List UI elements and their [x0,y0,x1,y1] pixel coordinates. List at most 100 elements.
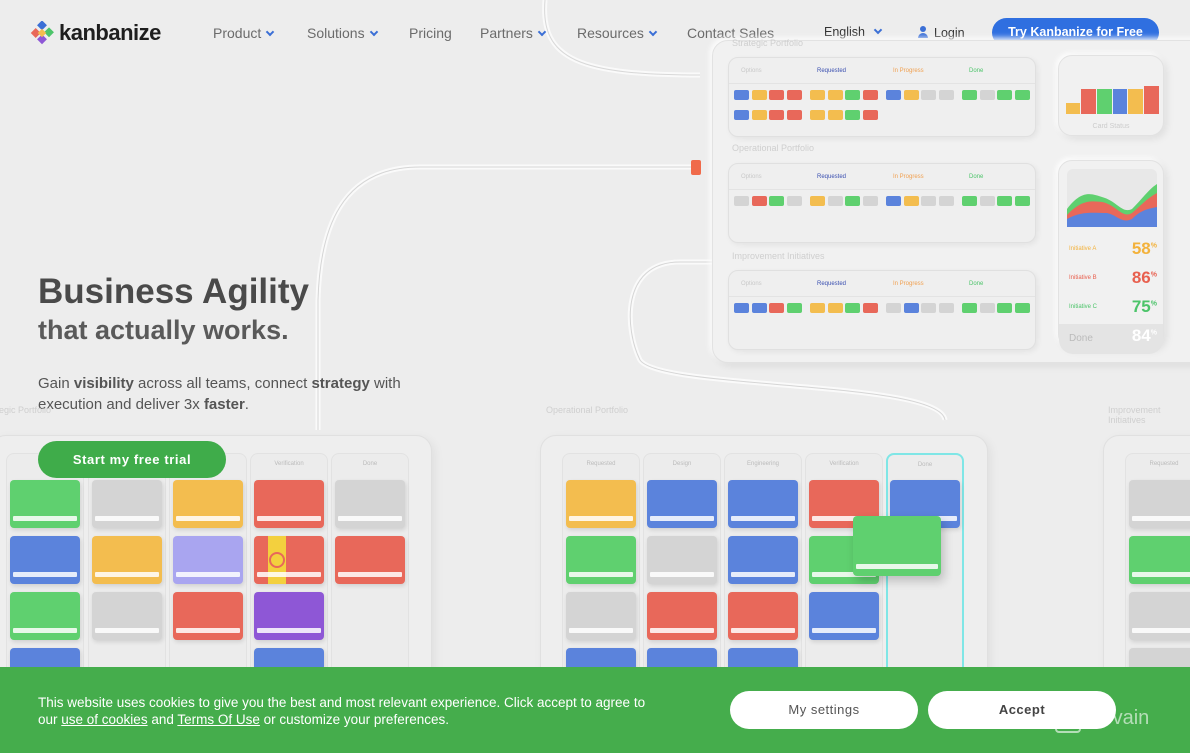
initiative-name: Initiative B [1069,275,1097,281]
nav-product[interactable]: Product [213,25,275,41]
column-label: Requested [586,461,616,467]
nav-label: Partners [480,25,533,41]
board-title: Improvement Initiatives [1108,405,1161,425]
dragged-card [853,516,941,576]
mini-card [769,110,784,120]
mini-card [845,303,860,313]
mini-card [827,90,843,100]
logo[interactable]: kanbanize [30,20,161,46]
kanban-card [809,592,879,640]
mini-card [862,196,878,206]
mini-card [979,303,995,313]
mini-card [786,110,802,120]
chevron-down-icon [266,27,275,37]
initiative-name: Done [1069,333,1093,344]
my-settings-button[interactable]: My settings [730,691,918,729]
mini-card [751,110,767,120]
cookie-text: This website uses cookies to give you th… [38,695,646,727]
portfolio-title: Improvement Initiatives [732,251,825,261]
nav-resources[interactable]: Resources [577,25,658,41]
column-label: Requested [817,281,847,287]
chevron-down-icon [537,27,547,37]
cookie-banner: This website uses cookies to give you th… [0,667,1190,753]
kanban-card [10,592,80,640]
kanban-card [10,536,80,584]
kanban-card [173,480,243,528]
mini-card [810,110,825,120]
column-label: Options [741,174,762,180]
board-title: Strategic Portfolio [0,405,52,415]
kanban-card [566,592,636,640]
mini-card [903,90,919,100]
kanban-card [728,592,798,640]
kanban-card [647,592,717,640]
column-label: Engineering [746,461,780,467]
logo-icon [30,21,54,45]
status-bar [1081,88,1096,114]
mini-card [734,196,749,206]
initiative-value: 75% [1131,297,1157,316]
use-of-cookies-link[interactable]: use of cookies [61,712,147,727]
kanban-card [647,480,717,528]
kanban-card [10,480,80,528]
login-link[interactable]: Login [918,25,965,40]
mini-card [997,90,1012,100]
board-title: Operational Portfolio [546,405,629,415]
mini-card [769,90,784,100]
column-label: Done [969,68,984,74]
mini-card [786,90,802,100]
column-label: Requested [817,174,847,180]
blocked-icon [268,536,286,584]
nav-label: Resources [577,25,644,41]
initiative-row: Initiative A 58% [1059,237,1163,263]
column-label: Options [741,68,762,74]
kanban-card [335,480,405,528]
nav-label: Pricing [409,25,452,41]
portfolio-title: Operational Portfolio [732,143,815,153]
status-bar [1096,88,1112,114]
column-label: In Progress [893,174,924,180]
kanban-card [1129,536,1190,584]
kanban-card [1129,480,1190,528]
initiative-value: 58% [1131,239,1157,258]
kanban-card [173,536,243,584]
kanban-card [254,480,324,528]
column-label: Options [741,281,762,287]
mini-card [979,90,995,100]
mini-card [862,110,878,120]
mini-card [938,303,954,313]
mini-card [827,110,843,120]
mini-card [862,90,878,100]
initiative-row: Done 84% [1059,324,1163,354]
nav-partners[interactable]: Partners [480,25,547,41]
revain-icon [1055,703,1081,733]
portfolio-panel: Options Requested In Progress Done [728,57,1036,137]
nav-label: Solutions [307,25,365,41]
mini-card [1014,196,1030,206]
mini-card [810,303,825,313]
column-label: Requested [817,68,847,74]
column-label: Verification [274,461,304,467]
terms-of-use-link[interactable]: Terms Of Use [177,712,260,727]
nav-pricing[interactable]: Pricing [409,25,452,41]
mini-card [979,196,995,206]
start-trial-button[interactable]: Start my free trial [38,441,226,478]
column-label: Done [362,461,378,467]
mini-card [903,196,919,206]
language-select[interactable]: English [824,25,883,39]
kanban-card [335,536,405,584]
chevron-down-icon [369,27,378,37]
initiative-row: Initiative C 75% [1059,295,1163,321]
mini-card [997,303,1012,313]
kanban-card [566,480,636,528]
mini-card [769,303,784,313]
nav-solutions[interactable]: Solutions [307,25,378,41]
mini-card [886,196,901,206]
kanban-card [173,592,243,640]
mini-card [1014,90,1030,100]
column-label: Done [969,174,984,180]
initiative-name: Initiative C [1069,304,1098,310]
mini-card [962,90,977,100]
area-chart [1067,169,1157,227]
mini-card [734,110,749,120]
